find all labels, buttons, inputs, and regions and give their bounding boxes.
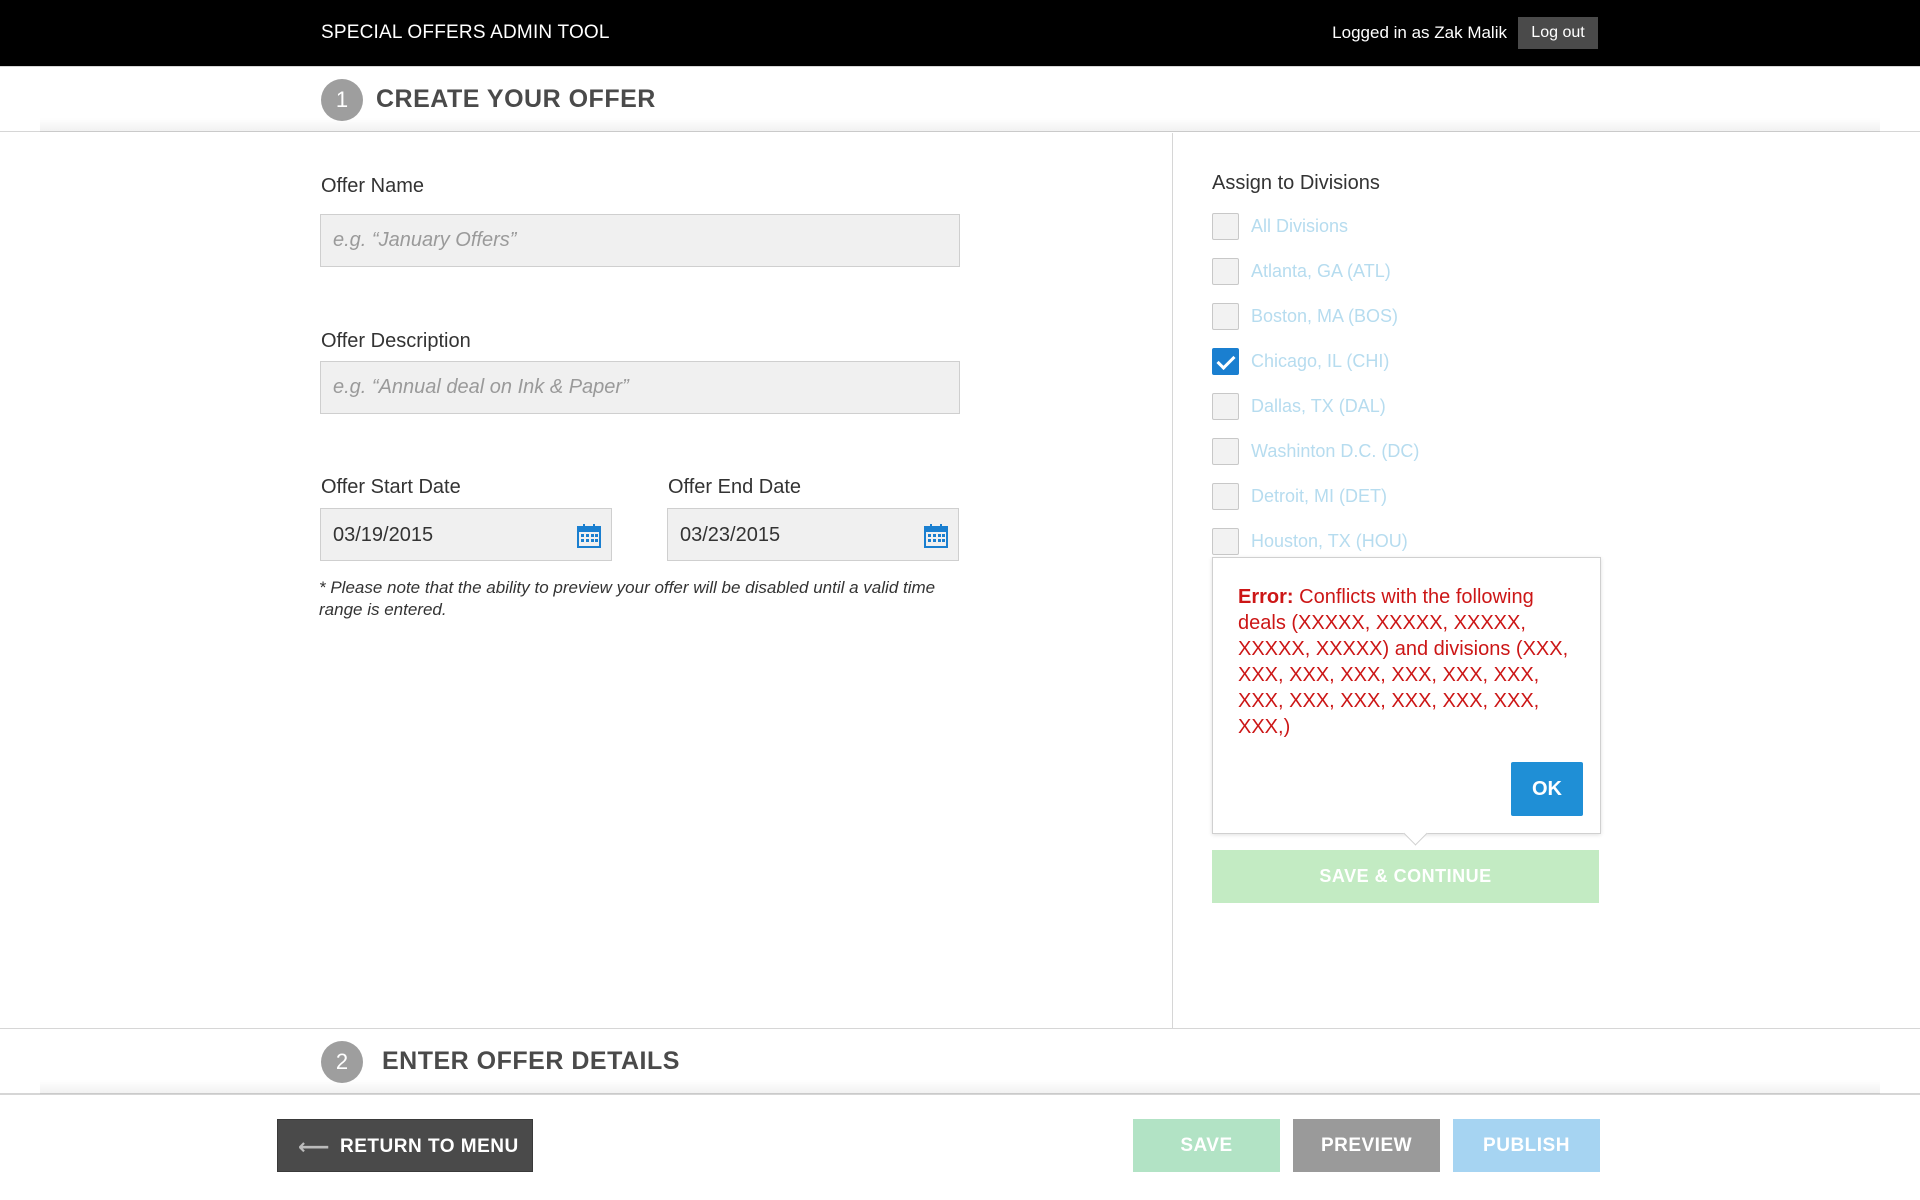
save-button[interactable]: SAVE (1133, 1119, 1280, 1172)
division-label: Atlanta, GA (ATL) (1251, 261, 1391, 281)
division-label: Boston, MA (BOS) (1251, 306, 1399, 326)
return-to-menu-label: RETURN TO MENU (340, 1136, 519, 1157)
start-date-label: Offer Start Date (321, 476, 461, 498)
division-label: Washinton D.C. (DC) (1251, 441, 1420, 461)
save-continue-button[interactable]: SAVE & CONTINUE (1212, 850, 1599, 903)
calendar-icon[interactable] (924, 524, 948, 548)
footer-bar: ⟵ RETURN TO MENU SAVE PREVIEW PUBLISH (0, 1094, 1920, 1200)
division-checkbox[interactable] (1212, 438, 1239, 465)
division-label: Dallas, TX (DAL) (1251, 396, 1386, 416)
divisions-heading: Assign to Divisions (1212, 172, 1380, 194)
division-checkbox[interactable] (1212, 258, 1239, 285)
top-bar: SPECIAL OFFERS ADMIN TOOL Logged in as Z… (0, 0, 1920, 66)
step-1-header[interactable]: 1 CREATE YOUR OFFER (0, 66, 1920, 132)
arrow-left-icon: ⟵ (298, 1134, 331, 1159)
step-1-title: CREATE YOUR OFFER (376, 85, 656, 113)
division-checkbox-checked[interactable] (1212, 348, 1239, 375)
return-to-menu-button[interactable]: ⟵ RETURN TO MENU (277, 1119, 533, 1172)
logout-button[interactable]: Log out (1518, 17, 1598, 49)
end-date-value: 03/23/2015 (680, 524, 781, 546)
offer-name-label: Offer Name (321, 175, 424, 197)
end-date-label: Offer End Date (668, 476, 802, 498)
start-date-input[interactable]: 03/19/2015 (320, 508, 612, 561)
preview-button[interactable]: PREVIEW (1293, 1119, 1440, 1172)
error-message: Error: Conflicts with the following deal… (1238, 584, 1583, 740)
end-date-input[interactable]: 03/23/2015 (667, 508, 959, 561)
logged-in-user: Logged in as Zak Malik (1332, 23, 1507, 42)
error-popup: Error: Conflicts with the following deal… (1212, 557, 1601, 834)
app-title: SPECIAL OFFERS ADMIN TOOL (321, 22, 610, 43)
division-checkbox[interactable] (1212, 303, 1239, 330)
calendar-icon[interactable] (577, 524, 601, 548)
error-detail: Conflicts with the following deals (XXXX… (1238, 586, 1569, 738)
column-divider (1172, 133, 1173, 1028)
offer-description-input[interactable] (320, 361, 960, 414)
error-prefix: Error: (1238, 586, 1294, 608)
division-label: Detroit, MI (DET) (1251, 486, 1388, 506)
step-number-2: 2 (321, 1041, 363, 1083)
offer-name-input[interactable] (320, 214, 960, 267)
preview-note: * Please note that the ability to previe… (319, 578, 936, 619)
division-label: Houston, TX (HOU) (1251, 531, 1408, 551)
error-ok-button[interactable]: OK (1511, 762, 1583, 816)
division-label: Chicago, IL (CHI) (1251, 351, 1390, 371)
step-2-title: ENTER OFFER DETAILS (382, 1047, 680, 1075)
division-checkbox[interactable] (1212, 528, 1239, 555)
start-date-value: 03/19/2015 (333, 524, 434, 546)
division-checkbox[interactable] (1212, 483, 1239, 510)
offer-description-label: Offer Description (321, 330, 471, 352)
step-2-header[interactable]: 2 ENTER OFFER DETAILS (0, 1028, 1920, 1094)
division-label: All Divisions (1251, 216, 1349, 236)
step-number-1: 1 (321, 79, 363, 121)
publish-button[interactable]: PUBLISH (1453, 1119, 1600, 1172)
division-checkbox[interactable] (1212, 393, 1239, 420)
division-checkbox[interactable] (1212, 213, 1239, 240)
